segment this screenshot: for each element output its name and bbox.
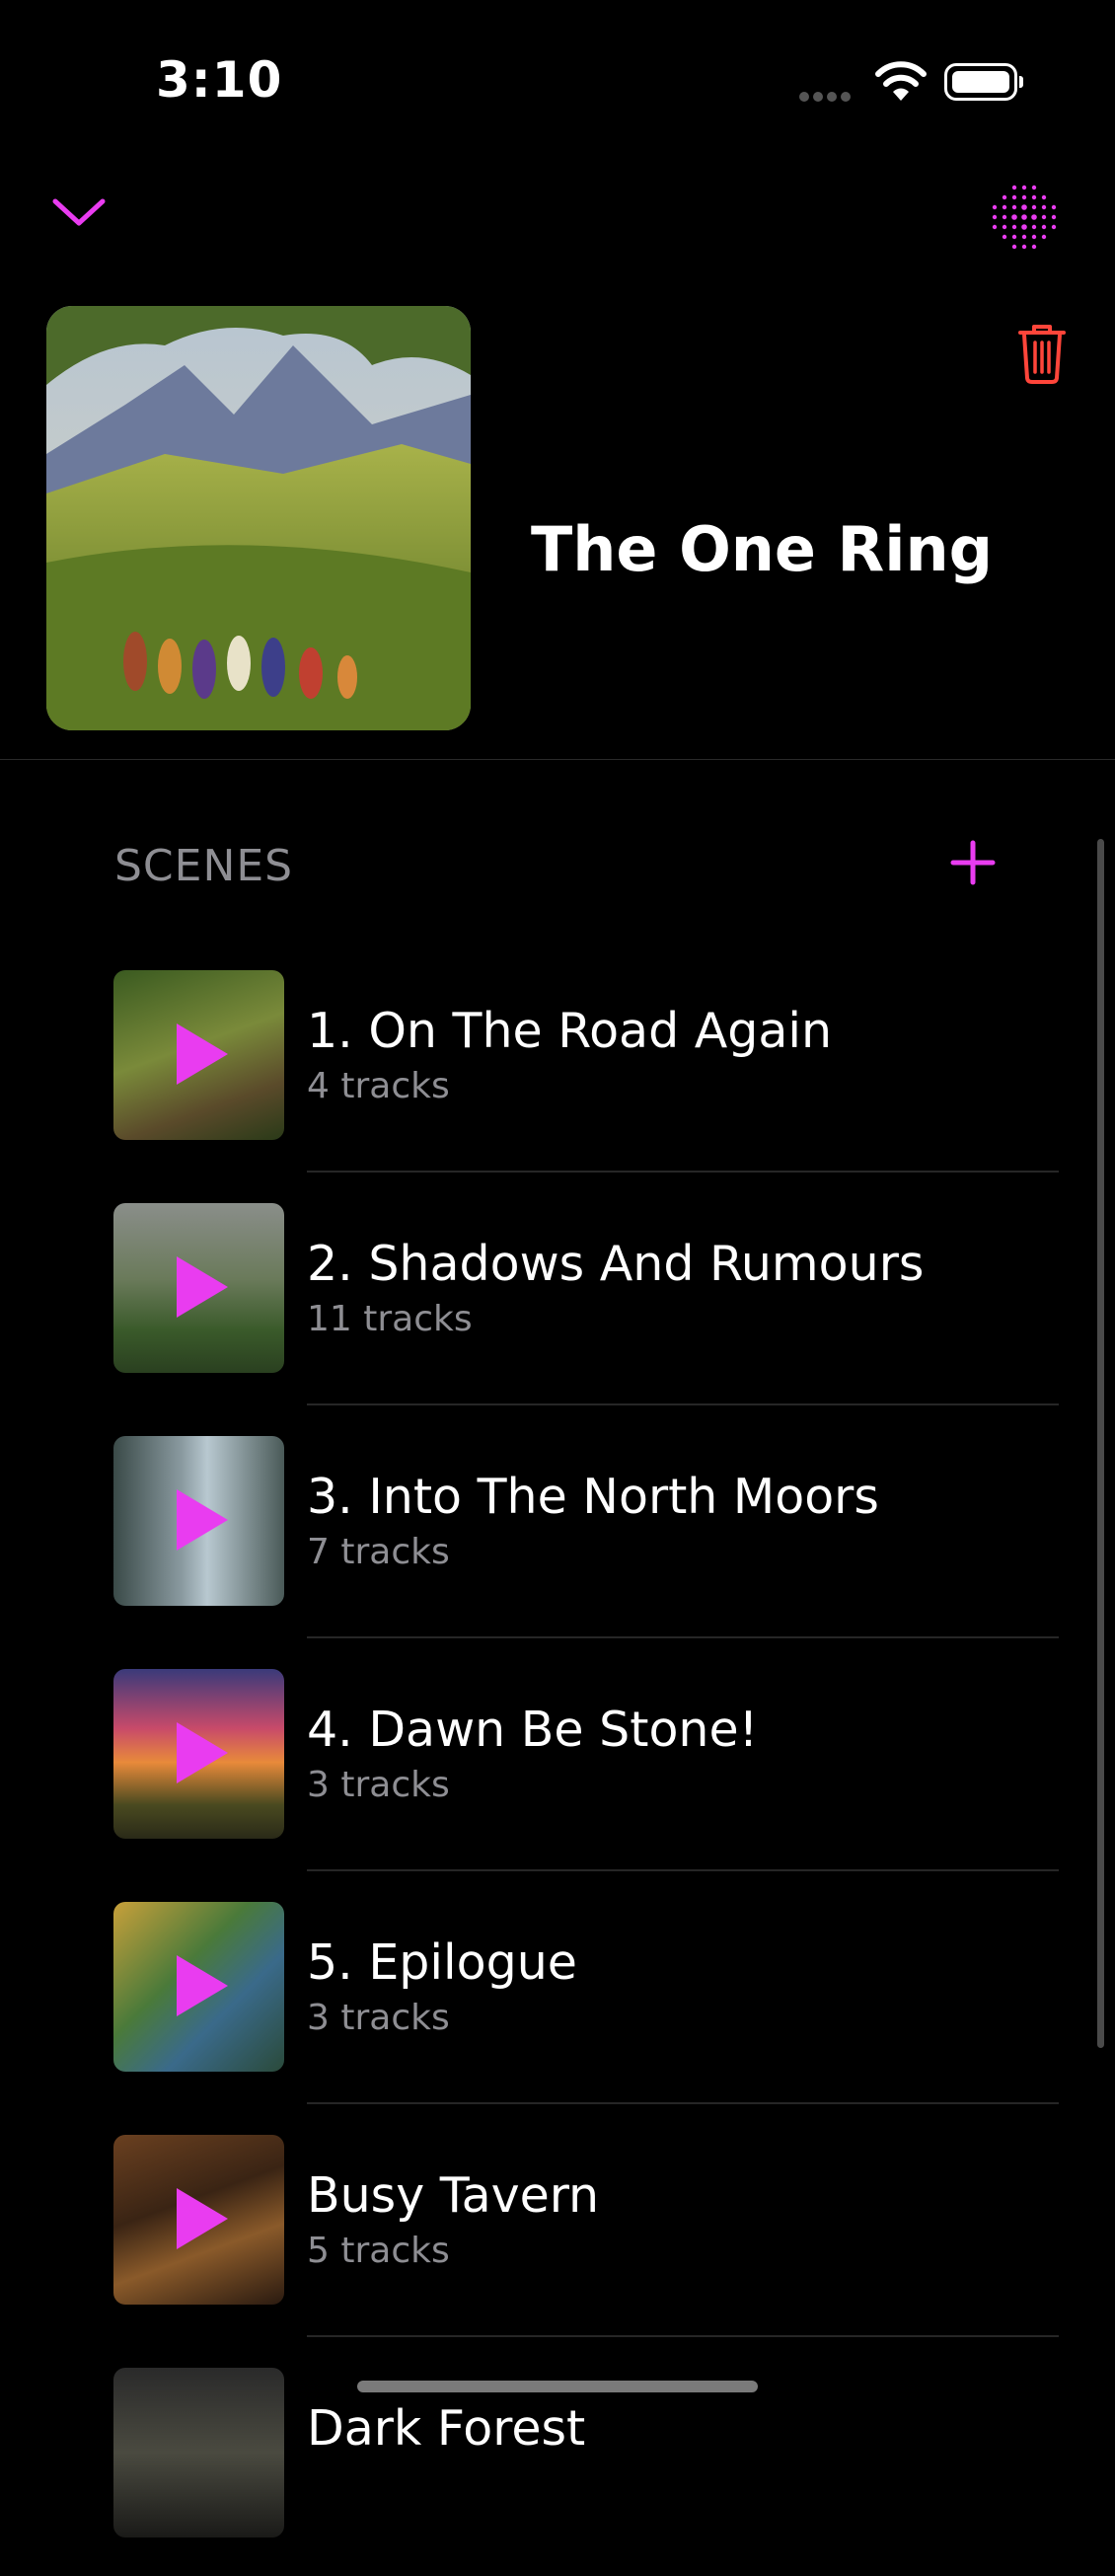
play-icon[interactable] [173, 1252, 232, 1322]
scene-row[interactable]: Busy Tavern 5 tracks [0, 2110, 1115, 2343]
scene-track-count: 5 tracks [307, 2231, 450, 2271]
scene-row[interactable]: 2. Shadows And Rumours 11 tracks [0, 1178, 1115, 1411]
plus-icon [950, 840, 996, 885]
scene-track-count: 3 tracks [307, 1765, 450, 1805]
scene-title: 2. Shadows And Rumours [307, 1236, 925, 1292]
trash-icon [1018, 325, 1066, 384]
playlist-title: The One Ring [531, 513, 994, 585]
scene-track-count: 3 tracks [307, 1998, 450, 2038]
scene-row[interactable]: 1. On The Road Again 4 tracks [0, 946, 1115, 1178]
scene-row[interactable]: 5. Epilogue 3 tracks [0, 1877, 1115, 2110]
dot-grid-icon [992, 185, 1057, 250]
status-bar: 3:10 [0, 0, 1115, 168]
cellular-signal-icon [799, 87, 855, 102]
divider [307, 1636, 1059, 1638]
scene-title: 3. Into The North Moors [307, 1469, 879, 1525]
chevron-down-icon [52, 198, 106, 226]
divider [307, 1171, 1059, 1173]
scene-thumbnail [113, 2135, 284, 2305]
scene-title: 5. Epilogue [307, 1934, 577, 1991]
play-icon[interactable] [173, 2184, 232, 2253]
play-icon[interactable] [173, 1951, 232, 2020]
status-time: 3:10 [156, 51, 283, 109]
visualizer-button[interactable] [985, 178, 1064, 257]
delete-button[interactable] [1012, 321, 1072, 385]
scenes-section-header: SCENES [114, 841, 294, 891]
scene-thumbnail [113, 1436, 284, 1606]
add-scene-button[interactable] [947, 837, 999, 888]
scene-title: Dark Forest [307, 2400, 586, 2457]
scene-thumbnail [113, 2368, 284, 2538]
home-indicator[interactable] [357, 2381, 758, 2392]
divider [307, 2102, 1059, 2104]
scene-track-count: 4 tracks [307, 1066, 450, 1106]
scene-title: Busy Tavern [307, 2167, 600, 2224]
collapse-button[interactable] [49, 188, 109, 237]
scene-track-count: 7 tracks [307, 1532, 450, 1572]
wifi-icon [875, 61, 927, 101]
scene-row[interactable]: Dark Forest [0, 2343, 1115, 2576]
scene-row[interactable]: 3. Into The North Moors 7 tracks [0, 1411, 1115, 1644]
divider [307, 1869, 1059, 1871]
scene-thumbnail [113, 1902, 284, 2072]
battery-icon [944, 63, 1023, 101]
divider [307, 2335, 1059, 2337]
divider [0, 759, 1115, 760]
scene-title: 4. Dawn Be Stone! [307, 1702, 759, 1758]
playlist-artwork [46, 306, 471, 730]
scene-row[interactable]: 4. Dawn Be Stone! 3 tracks [0, 1644, 1115, 1877]
play-icon[interactable] [173, 1020, 232, 1089]
scene-thumbnail [113, 970, 284, 1140]
scene-track-count: 11 tracks [307, 1299, 473, 1339]
scene-thumbnail [113, 1203, 284, 1373]
scene-title: 1. On The Road Again [307, 1003, 833, 1059]
scene-thumbnail [113, 1669, 284, 1839]
play-icon[interactable] [173, 1485, 232, 1554]
play-icon[interactable] [173, 1718, 232, 1787]
divider [307, 1403, 1059, 1405]
